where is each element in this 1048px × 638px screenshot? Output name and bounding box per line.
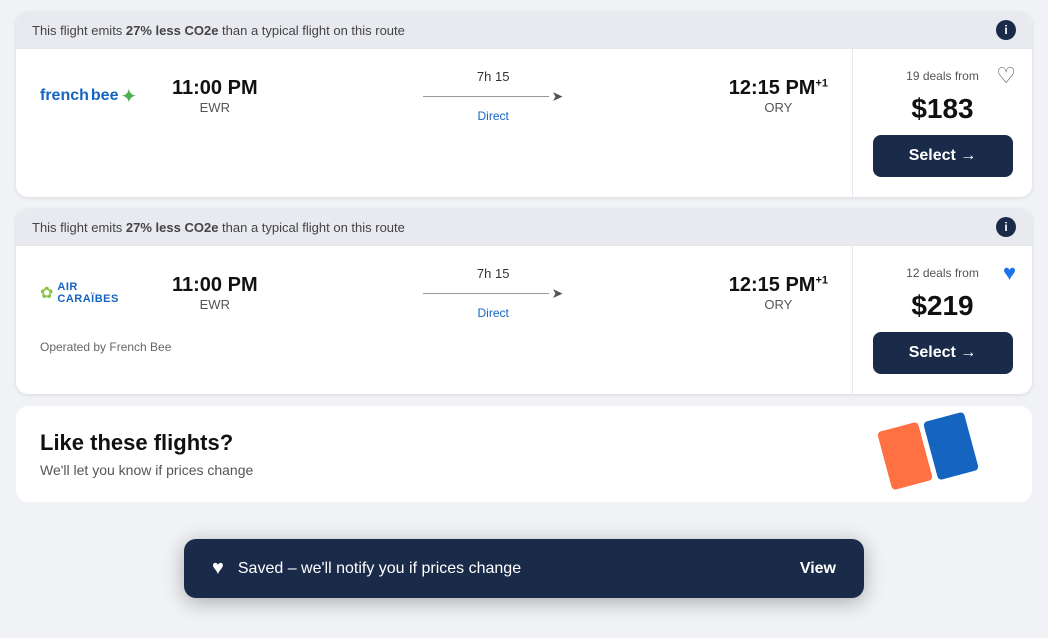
departure-airport-1: EWR <box>172 100 258 115</box>
illustration <box>884 416 972 486</box>
arrival-block-2: 12:15 PM+1 ORY <box>729 274 828 312</box>
toast-text: Saved – we'll notify you if prices chang… <box>238 560 786 578</box>
arrival-time-2: 12:15 PM+1 <box>729 274 828 297</box>
flight-card-2: This flight emits 27% less CO2e than a t… <box>16 209 1032 394</box>
toast-view-button[interactable]: View <box>800 560 836 578</box>
stops-2: Direct <box>478 306 509 320</box>
third-section-subtitle: We'll let you know if prices change <box>40 462 1008 478</box>
select-button-1[interactable]: Select → <box>873 135 1013 177</box>
price-section-1: ♡ 19 deals from $183 Select → <box>852 49 1032 197</box>
flight-times-1: 11:00 PM EWR 7h 15 ➤ Direct <box>172 69 828 123</box>
duration-2: 7h 15 <box>477 266 510 281</box>
arrival-airport-1: ORY <box>729 100 828 115</box>
flight-info-2: ✿ AIR CARAÏBES 11:00 PM EWR <box>16 246 852 340</box>
toast-heart-icon: ♥ <box>212 557 224 580</box>
flight-card-body-2: ✿ AIR CARAÏBES 11:00 PM EWR <box>16 245 1032 394</box>
third-section-title: Like these flights? <box>40 430 1008 456</box>
deals-text-2: 12 deals from <box>906 266 979 280</box>
route-line-1: ➤ <box>423 88 563 105</box>
heart-outline-icon-1: ♡ <box>996 63 1016 88</box>
flight-card-body-1: french bee ✦ 11:00 PM EWR 7h 15 <box>16 48 1032 197</box>
eco-banner-1: This flight emits 27% less CO2e than a t… <box>16 12 1032 48</box>
card-shape-2 <box>923 412 979 481</box>
departure-airport-2: EWR <box>172 297 258 312</box>
operated-by-2: Operated by French Bee <box>16 340 852 366</box>
arrival-time-1: 12:15 PM+1 <box>729 77 828 100</box>
eco-text-1: This flight emits 27% less CO2e than a t… <box>32 23 405 38</box>
price-1: $183 <box>911 93 973 125</box>
departure-block-1: 11:00 PM EWR <box>172 77 258 115</box>
aircaraibes-logo: ✿ AIR CARAÏBES <box>40 281 140 305</box>
heart-filled-icon-2: ♥ <box>1003 260 1016 285</box>
departure-time-1: 11:00 PM <box>172 77 258 100</box>
eco-text-2: This flight emits 27% less CO2e than a t… <box>32 220 405 235</box>
eco-banner-2: This flight emits 27% less CO2e than a t… <box>16 209 1032 245</box>
toast-notification: ♥ Saved – we'll notify you if prices cha… <box>184 539 864 598</box>
price-section-2: ♥ 12 deals from $219 Select → <box>852 246 1032 394</box>
airline-logo-2: ✿ AIR CARAÏBES <box>40 281 140 305</box>
arrow-icon-2: ➤ <box>551 285 563 302</box>
deals-text-1: 19 deals from <box>906 69 979 83</box>
frenchbee-logo: french bee ✦ <box>40 84 140 109</box>
price-2: $219 <box>911 290 973 322</box>
airline-logo-1: french bee ✦ <box>40 84 140 109</box>
flight-info-1: french bee ✦ 11:00 PM EWR 7h 15 <box>16 49 852 143</box>
departure-block-2: 11:00 PM EWR <box>172 274 258 312</box>
save-button-2[interactable]: ♥ <box>1003 262 1016 284</box>
info-icon-2[interactable]: i <box>996 217 1016 237</box>
select-button-2[interactable]: Select → <box>873 332 1013 374</box>
duration-1: 7h 15 <box>477 69 510 84</box>
stops-1: Direct <box>478 109 509 123</box>
flight-card-1: This flight emits 27% less CO2e than a t… <box>16 12 1032 197</box>
route-middle-1: 7h 15 ➤ Direct <box>274 69 713 123</box>
arrival-airport-2: ORY <box>729 297 828 312</box>
arrival-block-1: 12:15 PM+1 ORY <box>729 77 828 115</box>
route-line-2: ➤ <box>423 285 563 302</box>
departure-time-2: 11:00 PM <box>172 274 258 297</box>
flight-times-2: 11:00 PM EWR 7h 15 ➤ Direct <box>172 266 828 320</box>
leaf-icon: ✿ <box>40 283 53 303</box>
save-button-1[interactable]: ♡ <box>996 65 1016 87</box>
info-icon-1[interactable]: i <box>996 20 1016 40</box>
route-middle-2: 7h 15 ➤ Direct <box>274 266 713 320</box>
arrow-icon-1: ➤ <box>551 88 563 105</box>
third-section: Like these flights? We'll let you know i… <box>16 406 1032 502</box>
